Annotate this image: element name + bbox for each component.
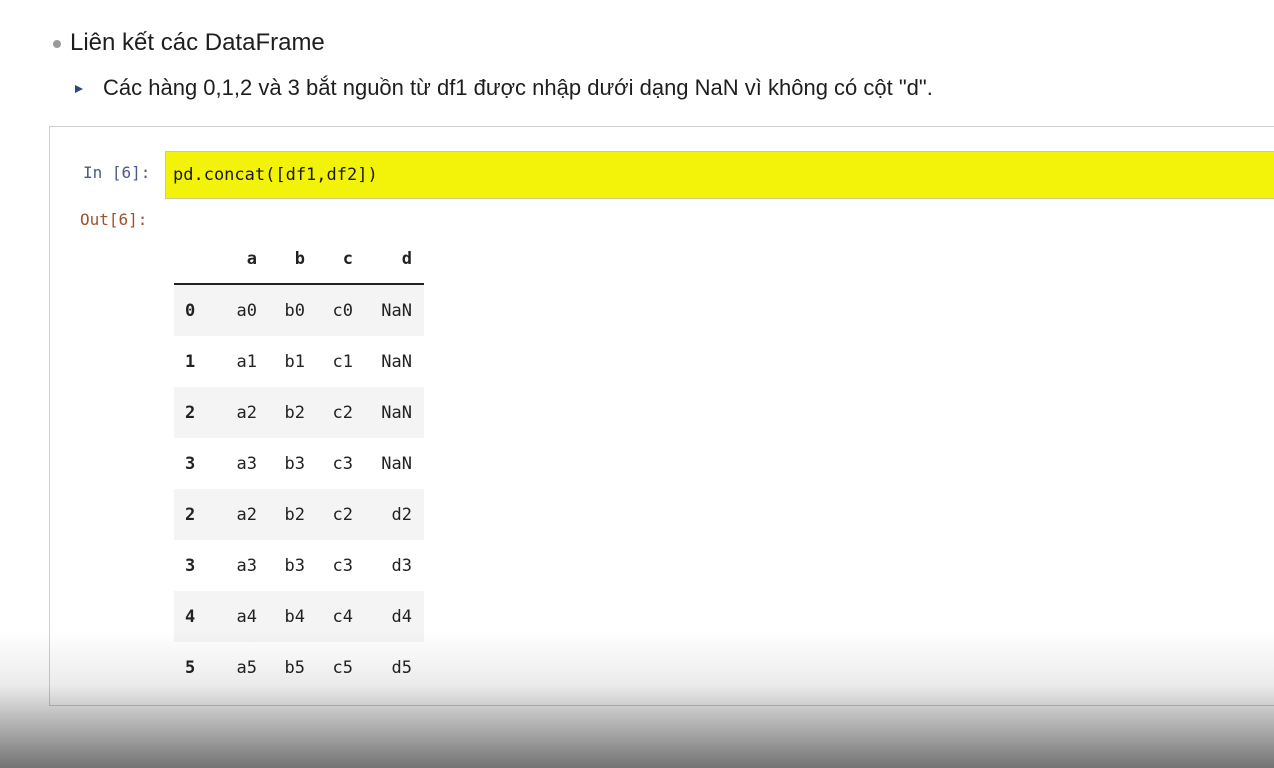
row-index: 3 [185,453,196,474]
table-cell: c2 [332,504,353,525]
table-cell: c3 [332,453,353,474]
code-text: pd.concat([df1,df2]) [173,165,378,185]
table-cell: a0 [236,300,257,321]
table-cell: b4 [284,606,305,627]
row-index: 0 [185,300,196,321]
table-header-row: a b c d [174,234,424,285]
table-cell: a3 [236,453,257,474]
table-cell: NaN [381,453,412,474]
column-header-b: b [257,234,305,285]
row-index: 5 [185,657,196,678]
table-row: 5 a5 b5 c5 d5 [174,642,424,693]
table-cell: c0 [332,300,353,321]
table-cell: a2 [236,402,257,423]
table-cell: c1 [332,351,353,372]
table-cell: NaN [381,300,412,321]
table-cell: c4 [332,606,353,627]
table-cell: a4 [236,606,257,627]
table-cell: a3 [236,555,257,576]
table-cell: a2 [236,504,257,525]
row-index: 1 [185,351,196,372]
table-row: 3 a3 b3 c3 NaN [174,438,424,489]
table-row: 0 a0 b0 c0 NaN [174,284,424,336]
sub-bullet: Các hàng 0,1,2 và 3 bắt nguồn từ df1 đượ… [75,75,933,101]
dataframe-table: a b c d 0 a0 b0 c0 NaN 1 a1 b1 c1 NaN 2 … [174,234,424,693]
table-cell: c2 [332,402,353,423]
table-cell: b3 [284,453,305,474]
table-cell: d5 [391,657,412,678]
row-index: 2 [185,402,196,423]
table-cell: d4 [391,606,412,627]
table-row: 3 a3 b3 c3 d3 [174,540,424,591]
code-cell-input[interactable]: pd.concat([df1,df2]) [165,151,1274,199]
column-header-a: a [212,234,257,285]
table-cell: NaN [381,402,412,423]
table-cell: b1 [284,351,305,372]
table-cell: b2 [284,402,305,423]
table-cell: b3 [284,555,305,576]
bullet-dot-icon [53,40,61,48]
row-index: 3 [185,555,196,576]
table-cell: c3 [332,555,353,576]
input-prompt: In [6]: [83,163,151,182]
table-cell: d3 [391,555,412,576]
table-row: 1 a1 b1 c1 NaN [174,336,424,387]
triangle-bullet-icon [75,85,83,93]
table-cell: c5 [332,657,353,678]
slide-heading: Liên kết các DataFrame [53,29,325,57]
table-cell: NaN [381,351,412,372]
table-cell: a5 [236,657,257,678]
table-row: 2 a2 b2 c2 d2 [174,489,424,540]
table-cell: b2 [284,504,305,525]
table-cell: b5 [284,657,305,678]
table-cell: a1 [236,351,257,372]
output-prompt: Out[6]: [80,210,148,229]
sub-bullet-text: Các hàng 0,1,2 và 3 bắt nguồn từ df1 đượ… [103,75,933,100]
slide-heading-text: Liên kết các DataFrame [70,29,325,56]
table-row: 2 a2 b2 c2 NaN [174,387,424,438]
table-row: 4 a4 b4 c4 d4 [174,591,424,642]
column-header-d: d [353,234,424,285]
column-header-c: c [305,234,353,285]
row-index: 4 [185,606,196,627]
table-cell: b0 [284,300,305,321]
index-header [174,234,212,285]
row-index: 2 [185,504,196,525]
table-cell: d2 [391,504,412,525]
